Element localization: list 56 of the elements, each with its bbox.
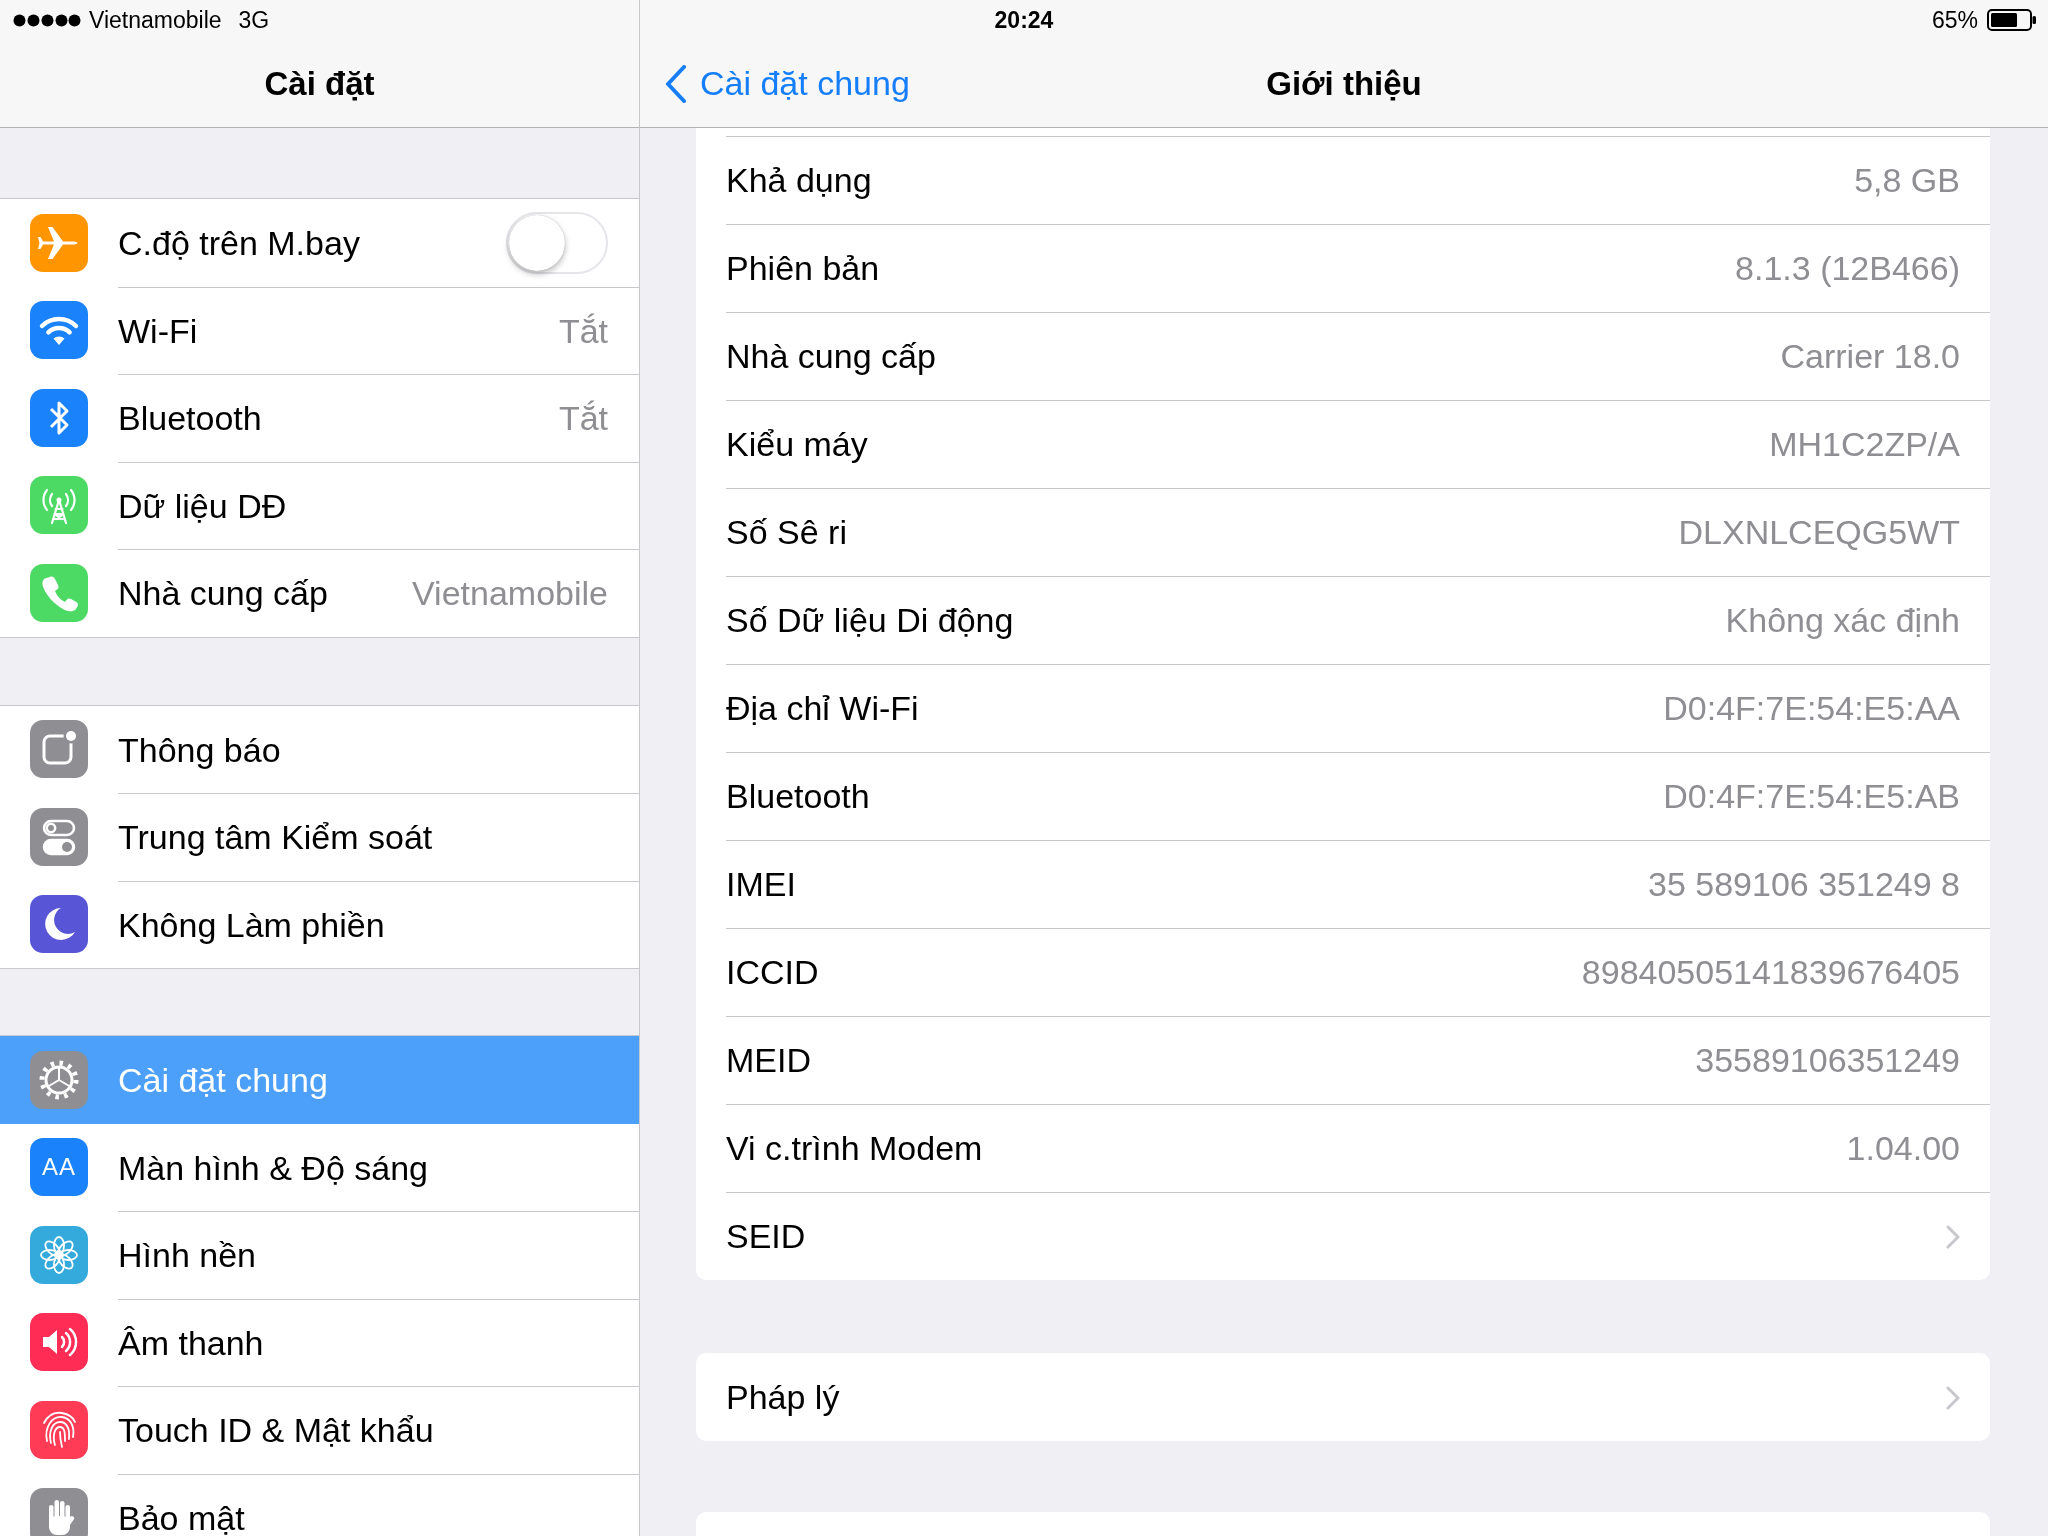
- fingerprint-icon: [30, 1400, 88, 1459]
- hand-icon: [30, 1488, 88, 1536]
- row-value: MH1C2ZP/A: [1769, 424, 1960, 466]
- value-text: Tắt: [558, 401, 608, 436]
- row-label: Địa chỉ Wi-Fi: [726, 688, 919, 730]
- row-label: ICCID: [726, 952, 819, 994]
- chevron-icon: [1946, 1385, 1960, 1410]
- battery-percent: 65%: [1931, 6, 1978, 34]
- text-size-icon: AA: [30, 1138, 88, 1197]
- battery-icon: [1987, 9, 2037, 31]
- disclosure-row[interactable]: SEID: [726, 1192, 1990, 1280]
- row-label: MEID: [726, 1040, 811, 1082]
- antenna-icon: [30, 476, 88, 535]
- row-value: 5,8 GB: [1854, 160, 1960, 202]
- chevron-icon: [665, 64, 687, 103]
- nav-title: Giới thiệu: [1266, 64, 1422, 103]
- switches-icon: [30, 807, 88, 866]
- value-text: Vietnamobile: [412, 576, 608, 611]
- signal-icon: [13, 13, 81, 27]
- back-button[interactable]: Cài đặt chung: [665, 60, 910, 107]
- clock-time: 20:24: [994, 6, 1054, 34]
- network-type: 3G: [238, 6, 270, 34]
- speaker-icon: [30, 1313, 88, 1372]
- row-label: Vi c.trình Modem: [726, 1128, 983, 1170]
- row-label: Số Dữ liệu Di động: [726, 600, 1014, 642]
- row-value: 8.1.3 (12B466): [1735, 248, 1960, 290]
- row-value: 89840505141839676405: [1581, 952, 1960, 994]
- row-value: Không xác định: [1725, 600, 1960, 642]
- flower-icon: [30, 1225, 88, 1284]
- row-value: 35589106351249: [1695, 1040, 1960, 1082]
- row-label: Khả dụng: [726, 160, 872, 202]
- row-label: Số Sê ri: [726, 512, 847, 554]
- toggle-switch[interactable]: [506, 212, 608, 275]
- notifications-icon: [30, 720, 88, 779]
- phone-icon: [30, 563, 88, 622]
- row-value: DLXNLCEQG5WT: [1678, 512, 1960, 554]
- value-text: Tắt: [558, 313, 608, 348]
- row-label: Phiên bản: [726, 248, 880, 290]
- moon-icon: [30, 895, 88, 954]
- bluetooth-icon: [30, 388, 88, 447]
- row-value: 1.04.00: [1846, 1128, 1960, 1170]
- row-value: Carrier 18.0: [1780, 336, 1960, 378]
- row-label: IMEI: [726, 864, 796, 906]
- airplane-icon: [30, 213, 88, 272]
- row-value: D0:4F:7E:54:E5:AB: [1663, 776, 1960, 818]
- row-label: Bluetooth: [726, 776, 870, 818]
- disclosure-row[interactable]: Pháp lý: [726, 1353, 1990, 1441]
- gear-icon: [30, 1050, 88, 1109]
- row-label: Nhà cung cấp: [726, 336, 936, 378]
- nav-title: Cài đặt: [264, 64, 375, 103]
- row-value: D0:4F:7E:54:E5:AA: [1663, 688, 1960, 730]
- carrier-name: Vietnamobile: [89, 6, 222, 34]
- wifi-icon: [30, 301, 88, 360]
- row-label: Kiểu máy: [726, 424, 868, 466]
- chevron-icon: [1946, 1224, 1960, 1249]
- row-value: 35 589106 351249 8: [1648, 864, 1960, 906]
